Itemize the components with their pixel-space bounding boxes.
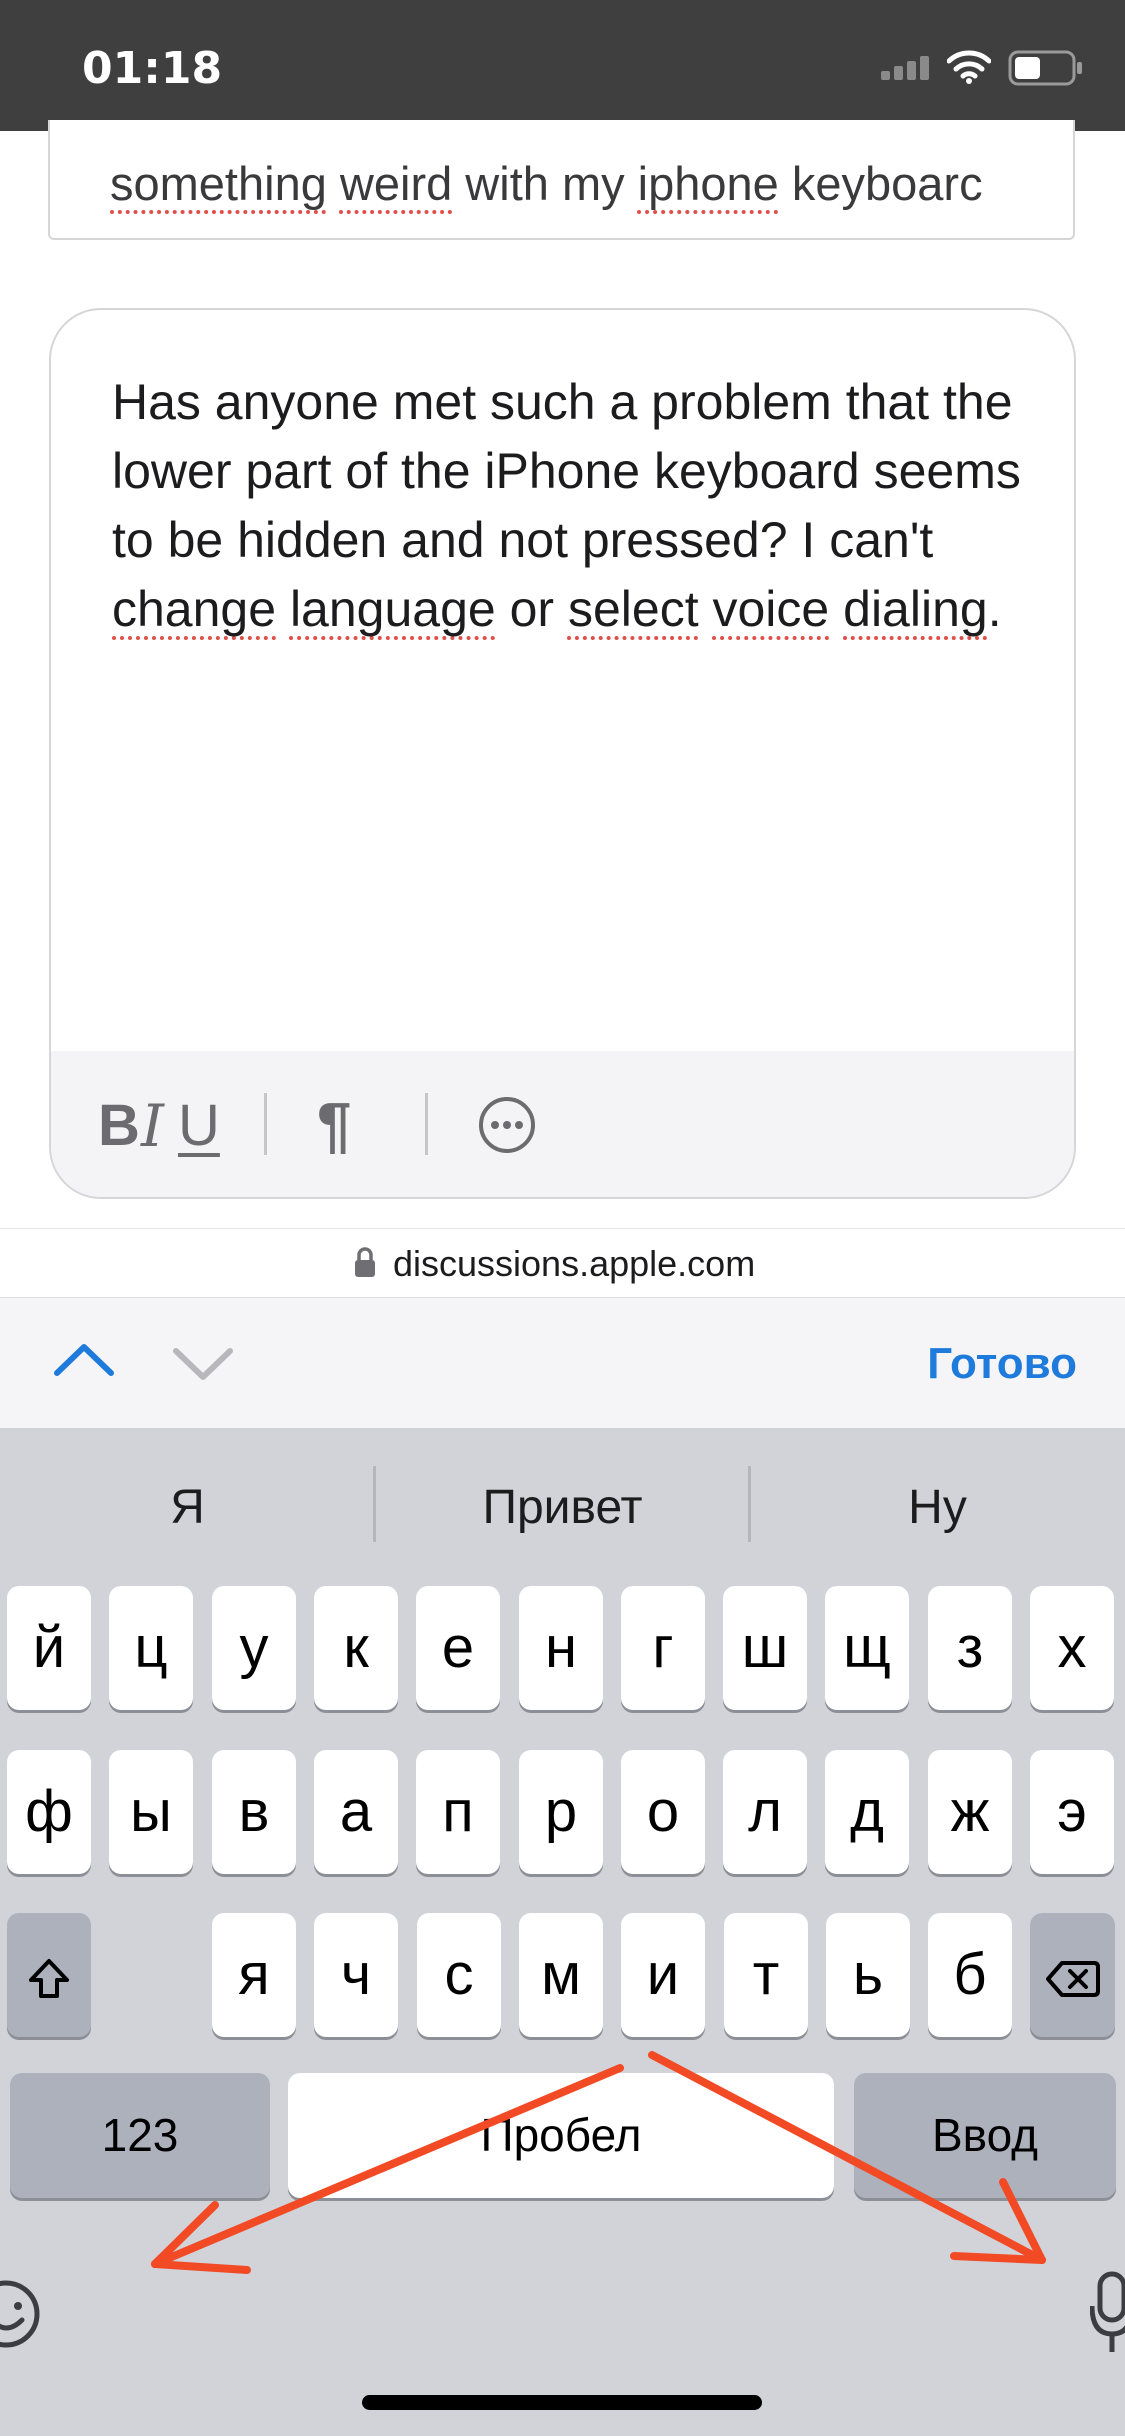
suggestion-item[interactable]: Я: [30, 1468, 345, 1548]
home-indicator: [362, 2395, 762, 2410]
text-segment: Has anyone met such a problem that the l…: [112, 374, 1021, 568]
suggestion-divider: [748, 1466, 751, 1542]
key[interactable]: х: [1030, 1586, 1114, 1710]
key[interactable]: о: [621, 1750, 705, 1874]
key[interactable]: з: [928, 1586, 1012, 1710]
text-segment: [327, 157, 340, 210]
text-segment: with my: [452, 157, 638, 210]
suggestion-divider: [373, 1466, 376, 1542]
key[interactable]: ф: [7, 1750, 91, 1874]
key[interactable]: б: [928, 1913, 1012, 2037]
return-key[interactable]: Ввод: [854, 2073, 1116, 2198]
text-segment: or: [495, 581, 568, 637]
toolbar-divider: [425, 1093, 428, 1155]
key[interactable]: ж: [928, 1750, 1012, 1874]
misspelled-word: change: [112, 581, 277, 637]
suggestion-item[interactable]: Привет: [380, 1468, 745, 1548]
key[interactable]: р: [519, 1750, 603, 1874]
message-body-text: Has anyone met such a problem that the l…: [112, 368, 1042, 644]
key[interactable]: щ: [825, 1586, 909, 1710]
status-time: 01:18: [82, 43, 223, 94]
text-segment: [699, 581, 713, 637]
key[interactable]: й: [7, 1586, 91, 1710]
misspelled-word: select: [567, 581, 699, 637]
key[interactable]: м: [519, 1913, 603, 2037]
key[interactable]: т: [724, 1913, 808, 2037]
suggestion-item[interactable]: Ну: [780, 1468, 1095, 1548]
key[interactable]: э: [1030, 1750, 1114, 1874]
key[interactable]: и: [621, 1913, 705, 2037]
key[interactable]: ц: [109, 1586, 193, 1710]
delete-key[interactable]: [1030, 1913, 1115, 2037]
key[interactable]: е: [416, 1586, 500, 1710]
key[interactable]: у: [212, 1586, 296, 1710]
misspelled-word: weird: [339, 157, 453, 210]
cellular-signal-icon: [881, 54, 929, 80]
url-domain: discussions.apple.com: [393, 1243, 756, 1284]
shift-icon: [29, 1958, 69, 1998]
key[interactable]: а: [314, 1750, 398, 1874]
microphone-icon[interactable]: [1090, 2268, 1125, 2358]
editor-toolbar: B I U ¶: [51, 1051, 1074, 1197]
key[interactable]: ы: [109, 1750, 193, 1874]
misspelled-word: iphone: [637, 157, 779, 210]
chevron-down-icon[interactable]: [171, 1344, 235, 1384]
text-segment: .: [987, 581, 1002, 637]
key[interactable]: в: [212, 1750, 296, 1874]
ellipsis-circle-icon[interactable]: [477, 1095, 537, 1155]
key[interactable]: п: [416, 1750, 500, 1874]
italic-button[interactable]: I: [141, 1091, 164, 1161]
keyboard-accessory-bar: Готово: [0, 1297, 1125, 1429]
keyboard: Я Привет Ну йцукенгшщзх фывапролджэ ячсмитьб…: [0, 1428, 1125, 2436]
emoji-icon[interactable]: [0, 2278, 42, 2350]
text-segment: keyboarc: [778, 157, 983, 210]
lock-icon: [355, 1247, 375, 1277]
key[interactable]: я: [212, 1913, 296, 2037]
underline-button[interactable]: U: [178, 1091, 220, 1161]
key[interactable]: с: [417, 1913, 501, 2037]
key[interactable]: л: [723, 1750, 807, 1874]
space-key[interactable]: Пробел: [288, 2073, 834, 2198]
text-segment: [829, 581, 843, 637]
status-bar: 01:18: [0, 0, 1125, 131]
paragraph-button[interactable]: ¶: [317, 1091, 351, 1161]
key[interactable]: ч: [314, 1913, 398, 2037]
bold-button[interactable]: B: [98, 1091, 140, 1161]
numbers-key[interactable]: 123: [10, 2073, 270, 2198]
key[interactable]: д: [825, 1750, 909, 1874]
misspelled-word: voice: [712, 581, 830, 637]
url-bar[interactable]: discussions.apple.com: [0, 1228, 1125, 1297]
battery-icon: [1008, 50, 1082, 86]
message-editor[interactable]: Has anyone met such a problem that the l…: [49, 308, 1076, 1199]
subject-input[interactable]: something weird with my iphone keyboarc: [48, 120, 1075, 240]
subject-text: something weird with my iphone keyboarc: [110, 154, 1065, 214]
done-button[interactable]: Готово: [927, 1334, 1077, 1394]
misspelled-word: dialing: [843, 581, 988, 637]
chevron-up-icon[interactable]: [52, 1340, 116, 1380]
key[interactable]: к: [314, 1586, 398, 1710]
text-segment: [276, 581, 290, 637]
key[interactable]: г: [621, 1586, 705, 1710]
shift-key[interactable]: [7, 1913, 91, 2037]
toolbar-divider: [264, 1093, 267, 1155]
key[interactable]: ш: [723, 1586, 807, 1710]
wifi-icon: [947, 50, 991, 84]
misspelled-word: language: [289, 581, 496, 637]
misspelled-word: something: [110, 157, 327, 210]
key[interactable]: н: [519, 1586, 603, 1710]
delete-icon: [1045, 1960, 1100, 1997]
key[interactable]: ь: [826, 1913, 910, 2037]
